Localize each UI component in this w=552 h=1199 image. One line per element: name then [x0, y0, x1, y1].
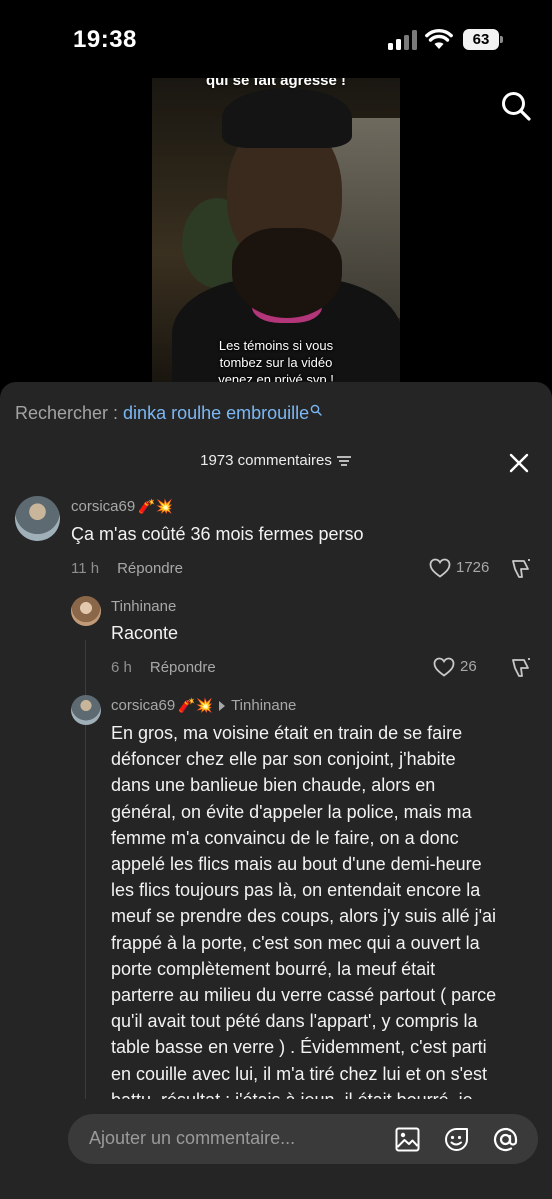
username-text[interactable]: corsica69: [111, 697, 175, 714]
search-suggestion-query[interactable]: dinka roulhe embrouille: [123, 403, 309, 423]
username-emoji: 🧨💥: [138, 498, 174, 514]
dislike-icon[interactable]: [510, 657, 532, 679]
comment-text: En gros, ma voisine était en train de se…: [111, 720, 541, 1113]
comment-line: femme m'a convaincu de le faire, on a do…: [111, 827, 459, 848]
username-text[interactable]: corsica69: [71, 498, 135, 515]
comment-text: Ça m'as coûté 36 mois fermes perso: [71, 524, 364, 544]
image-icon[interactable]: [394, 1126, 421, 1153]
search-suggestion-label: Rechercher :: [15, 403, 124, 423]
avatar[interactable]: [71, 596, 101, 626]
like-button[interactable]: 26: [433, 657, 477, 677]
heart-icon: [433, 657, 455, 677]
comment-line: porte complètement bourré, la meuf était: [111, 958, 436, 979]
comment-username[interactable]: Tinhinane: [111, 598, 176, 615]
dislike-icon[interactable]: [510, 558, 532, 580]
close-icon[interactable]: [508, 452, 530, 474]
comment-line: En gros, ma voisine était en train de se…: [111, 723, 463, 743]
avatar[interactable]: [71, 695, 101, 725]
like-count: 26: [460, 657, 477, 675]
cellular-signal-icon: [388, 30, 417, 50]
comment-input-placeholder[interactable]: Ajouter un commentaire...: [89, 1128, 295, 1149]
comment-meta: 6 h Répondre: [111, 659, 216, 676]
emoji-icon[interactable]: [443, 1126, 470, 1153]
video-player[interactable]: qui se fait agressé ! Les témoins si vou…: [152, 78, 400, 398]
battery-level: 63: [463, 29, 499, 50]
search-small-icon: [310, 404, 322, 416]
video-caption-top: qui se fait agressé !: [205, 78, 347, 89]
search-icon[interactable]: [500, 90, 532, 122]
comment-text: Raconte: [111, 623, 179, 643]
comment-meta: 11 h Répondre: [71, 560, 183, 577]
reply-button[interactable]: Répondre: [150, 659, 216, 676]
reply-to-username[interactable]: Tinhinane: [231, 697, 296, 714]
comments-count-header: 1973 commentaires: [0, 452, 552, 478]
comment-line: défoncer chez elle par son conjoint, j'h…: [111, 749, 456, 770]
comment-line: en couille avec lui, il m'a tiré chez lu…: [111, 1063, 488, 1084]
reply-button[interactable]: Répondre: [117, 560, 183, 577]
avatar[interactable]: [15, 496, 60, 541]
video-person-beard: [232, 228, 342, 318]
like-button[interactable]: 1726: [429, 558, 489, 578]
comment-line: qu'il avait tout pété dans l'appart', y …: [111, 1011, 478, 1032]
mention-icon[interactable]: [492, 1126, 519, 1153]
video-caption-bottom: Les témoins si vous tombez sur la vidéo …: [152, 337, 400, 388]
filter-icon[interactable]: [336, 455, 352, 467]
reply-item: corsica69 🧨💥 Tinhinane En gros, ma voisine…: [0, 693, 552, 1113]
comment-line: dans une banlieue bien chaude, alors en: [111, 775, 436, 796]
battery-indicator: 63: [463, 29, 503, 50]
comment-username[interactable]: corsica69 🧨💥: [71, 498, 173, 515]
comment-line: parterre au milieu du verre cassé partou…: [111, 985, 497, 1006]
comment-username[interactable]: corsica69 🧨💥 Tinhinane: [111, 697, 296, 714]
comment-line: général, on évite d'appeler la police, m…: [111, 801, 472, 822]
comment-line: meuf se prendre des coups, alors j'y sui…: [111, 906, 497, 927]
like-count: 1726: [456, 558, 490, 576]
caption-line: tombez sur la vidéo: [219, 355, 333, 370]
video-person-cap: [222, 88, 352, 148]
comment-line: les flics toujours pas là, on entendait …: [111, 880, 481, 901]
comments-sheet: Rechercher : dinka roulhe embrouille 197…: [0, 382, 552, 1199]
wifi-icon: [425, 28, 453, 49]
comment-input[interactable]: Ajouter un commentaire...: [68, 1114, 538, 1164]
battery-tip: [500, 36, 503, 43]
status-bar: 19:38 63: [0, 0, 552, 80]
comment-item: corsica69 🧨💥 Ça m'as coûté 36 mois fermes…: [0, 494, 552, 584]
reply-item: Tinhinane Raconte 6 h Répondre 26: [0, 594, 552, 684]
status-time: 19:38: [73, 26, 137, 53]
comments-count: 1973 commentaires: [200, 452, 332, 469]
heart-icon: [429, 558, 451, 578]
search-suggestion[interactable]: Rechercher : dinka roulhe embrouille: [15, 403, 322, 424]
caption-line: Les témoins si vous: [218, 338, 334, 353]
reply-to-arrow-icon: [219, 701, 226, 712]
comment-time: 6 h: [111, 659, 132, 676]
comment-line: table basse en verre ) . Évidemment, c'e…: [111, 1037, 487, 1058]
comment-time: 11 h: [71, 560, 100, 577]
username-emoji: 🧨💥: [178, 697, 214, 713]
comment-line: appelé les flics mais au bout d'une demi…: [111, 854, 482, 875]
comment-line: frappé à la porte, c'est son mec qui a o…: [111, 932, 480, 953]
